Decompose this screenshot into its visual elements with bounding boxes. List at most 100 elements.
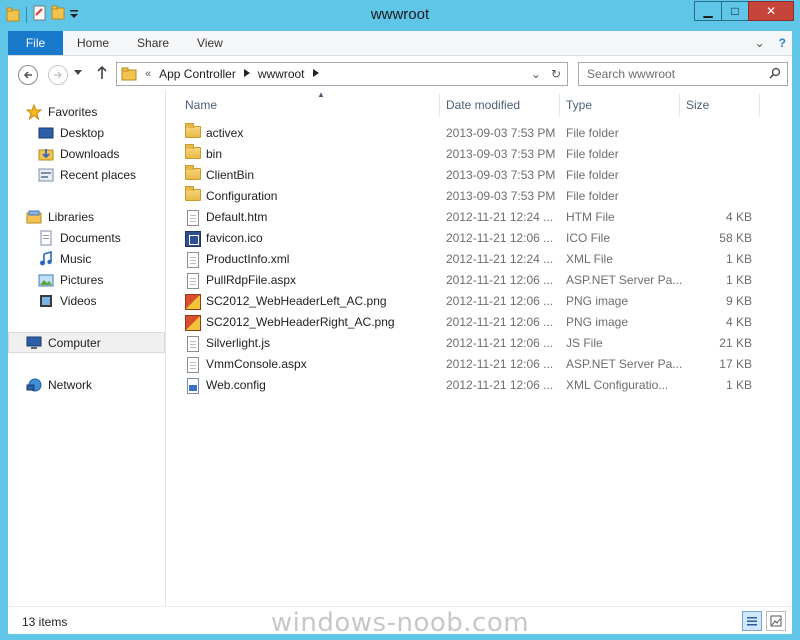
table-row[interactable]: Web.config 2012-11-21 12:06 ... XML Config… xyxy=(167,375,767,396)
table-row[interactable]: bin 2013-09-03 7:53 PM File folder xyxy=(167,144,767,165)
ribbon-controls: ⌄ ? xyxy=(755,31,792,55)
table-row[interactable]: ClientBin 2013-09-03 7:53 PM File folder xyxy=(167,165,767,186)
breadcrumb-separator[interactable] xyxy=(243,69,250,79)
back-button[interactable] xyxy=(18,65,38,85)
column-size[interactable]: Size xyxy=(680,93,760,117)
refresh-icon[interactable]: ↻ xyxy=(551,67,561,81)
nav-music[interactable]: Music xyxy=(8,248,165,269)
file-type: File folder xyxy=(566,147,619,161)
file-size: 4 KB xyxy=(725,315,752,329)
file-type: File folder xyxy=(566,126,619,140)
document-icon xyxy=(187,210,199,226)
nav-network[interactable]: Network xyxy=(8,374,165,395)
nav-documents[interactable]: Documents xyxy=(8,227,165,248)
minimize-button[interactable]: ▁ xyxy=(694,1,721,21)
table-row[interactable]: SC2012_WebHeaderLeft_AC.png 2012-11-21 12… xyxy=(167,291,767,312)
nav-libraries[interactable]: Libraries xyxy=(8,206,165,227)
libraries-icon xyxy=(26,209,42,225)
nav-recent-places[interactable]: Recent places xyxy=(8,164,165,185)
sort-ascending-icon: ▲ xyxy=(317,90,325,99)
title-bar[interactable]: wwwroot ▁ □ ✕ xyxy=(0,0,800,30)
tab-file[interactable]: File xyxy=(8,31,63,55)
navigation-bar: « App Controller wwwroot ⌄ ↻ xyxy=(8,56,792,90)
search-box[interactable] xyxy=(578,62,788,86)
up-button[interactable] xyxy=(96,64,108,84)
file-name: ProductInfo.xml xyxy=(206,252,290,266)
nav-label: Favorites xyxy=(48,104,98,119)
table-row[interactable]: ProductInfo.xml 2012-11-21 12:24 ... XML F… xyxy=(167,249,767,270)
table-row[interactable]: Configuration 2013-09-03 7:53 PM File fold… xyxy=(167,186,767,207)
table-row[interactable]: PullRdpFile.aspx 2012-11-21 12:06 ... ASP.… xyxy=(167,270,767,291)
file-name: Web.config xyxy=(206,378,266,392)
document-icon xyxy=(187,273,199,289)
documents-icon xyxy=(38,230,54,246)
watermark: windows-noob.com xyxy=(270,608,530,638)
document-icon xyxy=(187,336,199,352)
file-size: 4 KB xyxy=(725,210,752,224)
expand-ribbon-icon[interactable]: ⌄ xyxy=(755,36,765,50)
nav-label: Documents xyxy=(60,230,121,245)
file-name: SC2012_WebHeaderLeft_AC.png xyxy=(206,294,387,308)
address-controls: ⌄ ↻ xyxy=(531,67,567,81)
file-size: 21 KB xyxy=(719,336,752,350)
column-name[interactable]: ▲ Name xyxy=(179,90,440,117)
table-row[interactable]: VmmConsole.aspx 2012-11-21 12:06 ... ASP.N… xyxy=(167,354,767,375)
table-row[interactable]: activex 2013-09-03 7:53 PM File folder xyxy=(167,123,767,144)
folder-icon xyxy=(185,123,201,138)
file-type: PNG image xyxy=(566,315,629,329)
png-image-icon xyxy=(185,315,201,331)
file-type: JS File xyxy=(566,336,603,350)
desktop-icon xyxy=(38,125,54,141)
nav-computer[interactable]: Computer xyxy=(8,332,165,353)
breadcrumb-overflow[interactable]: « xyxy=(145,68,151,80)
nav-pictures[interactable]: Pictures xyxy=(8,269,165,290)
file-type: File folder xyxy=(566,189,619,203)
breadcrumb-wwwroot[interactable]: wwwroot xyxy=(258,67,305,81)
arrow-right-icon xyxy=(54,71,63,79)
table-row[interactable]: SC2012_WebHeaderRight_AC.png 2012-11-21 1… xyxy=(167,312,767,333)
file-list[interactable]: ▲ Name Date modified Type Size activex 20… xyxy=(167,90,792,606)
file-date-modified: 2012-11-21 12:06 ... xyxy=(446,336,554,350)
forward-button[interactable] xyxy=(48,65,68,85)
nav-label: Videos xyxy=(60,293,97,308)
nav-label: Downloads xyxy=(60,146,120,161)
window-title: wwwroot xyxy=(370,6,430,23)
file-type: HTM File xyxy=(566,210,615,224)
breadcrumb-separator[interactable] xyxy=(312,69,319,79)
nav-label: Music xyxy=(60,251,92,266)
close-button[interactable]: ✕ xyxy=(748,1,794,21)
maximize-button[interactable]: □ xyxy=(721,1,748,21)
navigation-pane[interactable]: Favorites Desktop Downloads Recent place… xyxy=(8,90,166,606)
nav-downloads[interactable]: Downloads xyxy=(8,143,165,164)
table-row[interactable]: favicon.ico 2012-11-21 12:06 ... ICO File 5… xyxy=(167,228,767,249)
file-name: favicon.ico xyxy=(206,231,263,245)
table-row[interactable]: Silverlight.js 2012-11-21 12:06 ... JS Fil… xyxy=(167,333,767,354)
address-dropdown-icon[interactable]: ⌄ xyxy=(531,67,541,81)
file-date-modified: 2012-11-21 12:06 ... xyxy=(446,378,554,392)
file-type: XML Configuratio... xyxy=(566,378,669,392)
nav-label: Network xyxy=(48,377,93,392)
folder-icon xyxy=(121,67,137,81)
nav-favorites[interactable]: Favorites xyxy=(8,101,165,122)
nav-label: Computer xyxy=(48,335,101,350)
column-date-modified[interactable]: Date modified xyxy=(440,93,560,117)
file-name: ClientBin xyxy=(206,168,255,182)
tab-view[interactable]: View xyxy=(183,31,237,55)
address-bar[interactable]: « App Controller wwwroot ⌄ ↻ xyxy=(116,62,568,86)
search-input[interactable] xyxy=(587,67,757,81)
nav-videos[interactable]: Videos xyxy=(8,290,165,311)
file-type: ASP.NET Server Pa... xyxy=(566,357,683,371)
help-icon[interactable]: ? xyxy=(779,36,786,50)
file-type: File folder xyxy=(566,168,619,182)
file-type: ASP.NET Server Pa... xyxy=(566,273,683,287)
recent-locations-dropdown[interactable] xyxy=(74,68,82,78)
nav-desktop[interactable]: Desktop xyxy=(8,122,165,143)
table-row[interactable]: Default.htm 2012-11-21 12:24 ... HTM File 4… xyxy=(167,207,767,228)
computer-icon xyxy=(26,335,42,351)
search-icon[interactable] xyxy=(769,67,787,82)
content-area: Favorites Desktop Downloads Recent place… xyxy=(8,90,792,606)
tab-home[interactable]: Home xyxy=(63,31,123,55)
breadcrumb-app-controller[interactable]: App Controller xyxy=(159,67,236,81)
tab-share[interactable]: Share xyxy=(123,31,183,55)
column-type[interactable]: Type xyxy=(560,93,680,117)
